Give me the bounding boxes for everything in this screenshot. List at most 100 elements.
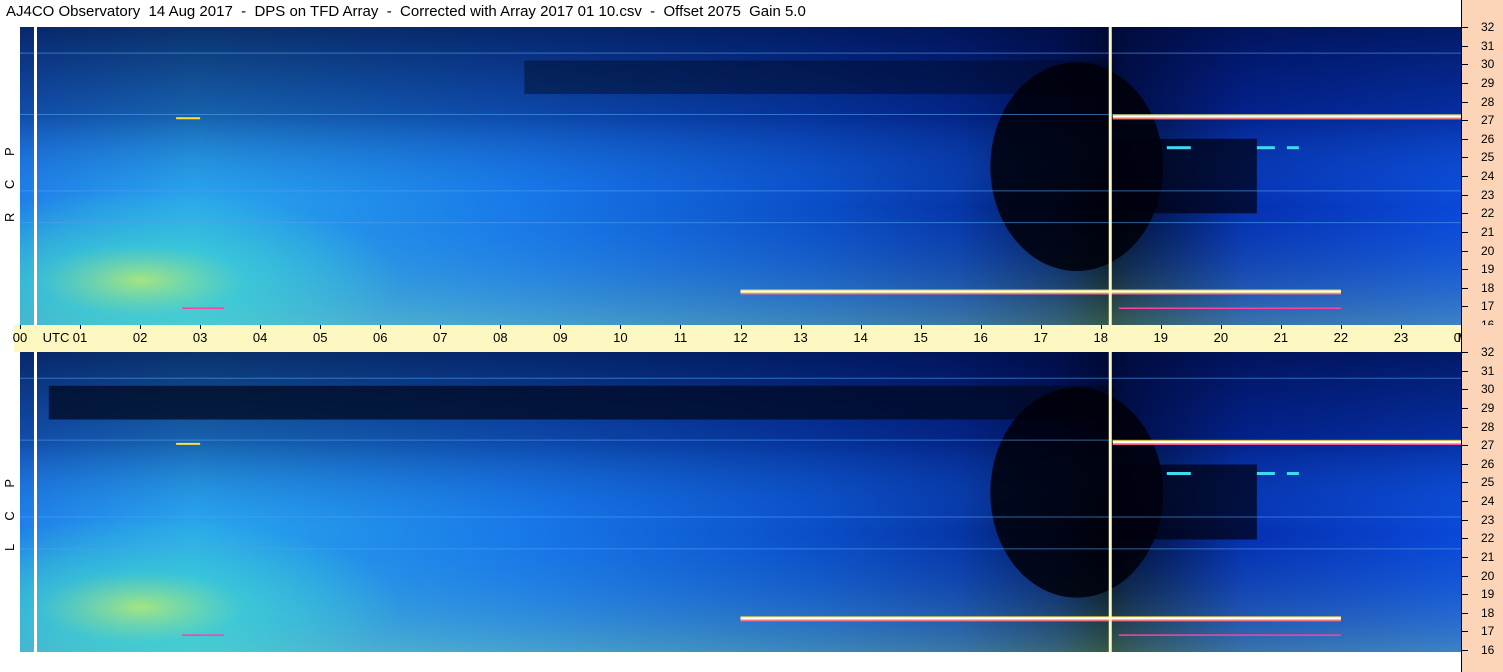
freq-tick [1462,138,1468,140]
time-tick-label: 10 [613,330,628,345]
freq-tick-label: 29 [1481,75,1495,90]
freq-tick [1462,64,1468,66]
time-tick-label: 23 [1393,330,1409,345]
freq-tick-label: 16 [1481,643,1495,657]
freq-tick-label: 31 [1481,38,1495,53]
time-tick-label: 22 [1333,330,1349,345]
freq-tick-label: 17 [1481,624,1495,639]
freq-tick [1462,306,1468,308]
time-tick [1040,325,1042,329]
freq-tick [1462,538,1468,540]
cyan-highlight [1166,472,1191,475]
time-tick-label: 12 [733,330,748,345]
rcp-spectrogram [20,27,1461,325]
freq-tick-label: 23 [1481,187,1495,202]
freq-tick [1462,631,1468,633]
lcp-label: L C P [2,455,18,565]
time-tick [320,325,322,329]
time-tick-label: 13 [793,330,808,345]
freq-tick-label: 27 [1481,113,1495,128]
bright-band [1112,115,1461,118]
freq-tick [1462,194,1468,196]
lcp-frequency-axis: 32 31 30 29 28 27 26 25 24 23 22 21 20 19 18 17 16 [1461,325,1503,672]
freq-tick-label: 23 [1481,512,1495,527]
freq-tick-label: 28 [1481,419,1495,434]
time-tick [740,325,742,329]
time-tick [560,325,562,329]
cyan-highlight [1286,472,1299,475]
time-tick-label: 02 [132,330,148,345]
freq-tick-label: 20 [1481,243,1495,258]
freq-tick [1462,389,1468,391]
freq-tick [1462,269,1468,271]
start-marker [34,352,37,652]
time-tick [1100,325,1102,329]
freq-tick [1462,82,1468,84]
time-tick-label: 05 [312,330,328,345]
time-tick-label: 08 [493,330,508,345]
bright-band-edge [740,620,1341,622]
time-tick-label: 11 [673,330,688,345]
time-marker [1108,352,1112,652]
time-tick [920,325,922,329]
bright-band-edge [740,293,1341,295]
lcp-spectrogram [20,352,1461,652]
time-tick [20,325,21,329]
time-tick [1280,325,1282,329]
freq-tick-label: 26 [1481,131,1495,146]
freq-tick [1462,594,1468,596]
cyan-highlight [1286,146,1299,150]
rcp-label: R C P [2,125,18,235]
freq-tick [1462,101,1468,103]
freq-tick-label: 22 [1481,206,1495,221]
freq-tick [1462,445,1468,447]
dark-region-2 [1112,464,1257,540]
freq-tick-label: 24 [1481,169,1495,183]
dark-band [48,385,1116,420]
freq-tick [1462,27,1468,28]
freq-tick-label: 21 [1481,224,1495,239]
time-axis: 00 UTC 01 02 03 04 05 06 07 08 09 10 11 12 13 14 15 16 17 1… [13,325,1484,352]
freq-tick [1462,426,1468,428]
time-tick [440,325,442,329]
time-tick [80,325,82,329]
freq-tick [1462,650,1468,651]
freq-tick [1462,287,1468,289]
time-tick-label: 09 [553,330,568,345]
time-tick-label: 01 [72,330,88,345]
freq-tick-label: 30 [1481,382,1495,397]
time-tick-label: 20 [1213,330,1229,345]
bright-band-edge [1112,118,1461,120]
time-tick-label: 19 [1153,330,1169,345]
freq-tick-label: 18 [1481,280,1495,295]
freq-tick-label: 24 [1481,494,1495,508]
freq-tick [1462,575,1468,577]
freq-tick-label: 32 [1481,345,1495,359]
time-marker [1108,27,1112,325]
bright-band [740,290,1341,293]
time-tick [620,325,622,329]
time-tick [200,325,202,329]
time-tick-label: 17 [1033,330,1048,345]
freq-tick-label: 20 [1481,568,1495,583]
freq-tick [1462,120,1468,122]
time-tick [1340,325,1342,329]
freq-tick-label: 31 [1481,363,1495,378]
freq-tick-label: 30 [1481,57,1495,72]
time-tick-label: 04 [252,330,268,345]
chart-title: AJ4CO Observatory 14 Aug 2017 - DPS on T… [6,3,806,20]
time-tick-label: 14 [853,330,868,345]
freq-tick [1462,370,1468,372]
rcp-frequency-axis: 3231302928272625242322212019181716 [1461,0,1503,332]
rcp-label-text: R C P [2,137,17,223]
cyan-highlight [1256,472,1275,475]
freq-tick-label: 25 [1481,475,1495,490]
time-tick [860,325,862,329]
freq-tick [1462,501,1468,502]
freq-tick [1462,482,1468,484]
time-tick-label: 15 [913,330,928,345]
freq-tick-label: 29 [1481,400,1495,415]
freq-tick-label: 26 [1481,456,1495,471]
start-marker [34,27,37,325]
freq-tick [1462,519,1468,521]
